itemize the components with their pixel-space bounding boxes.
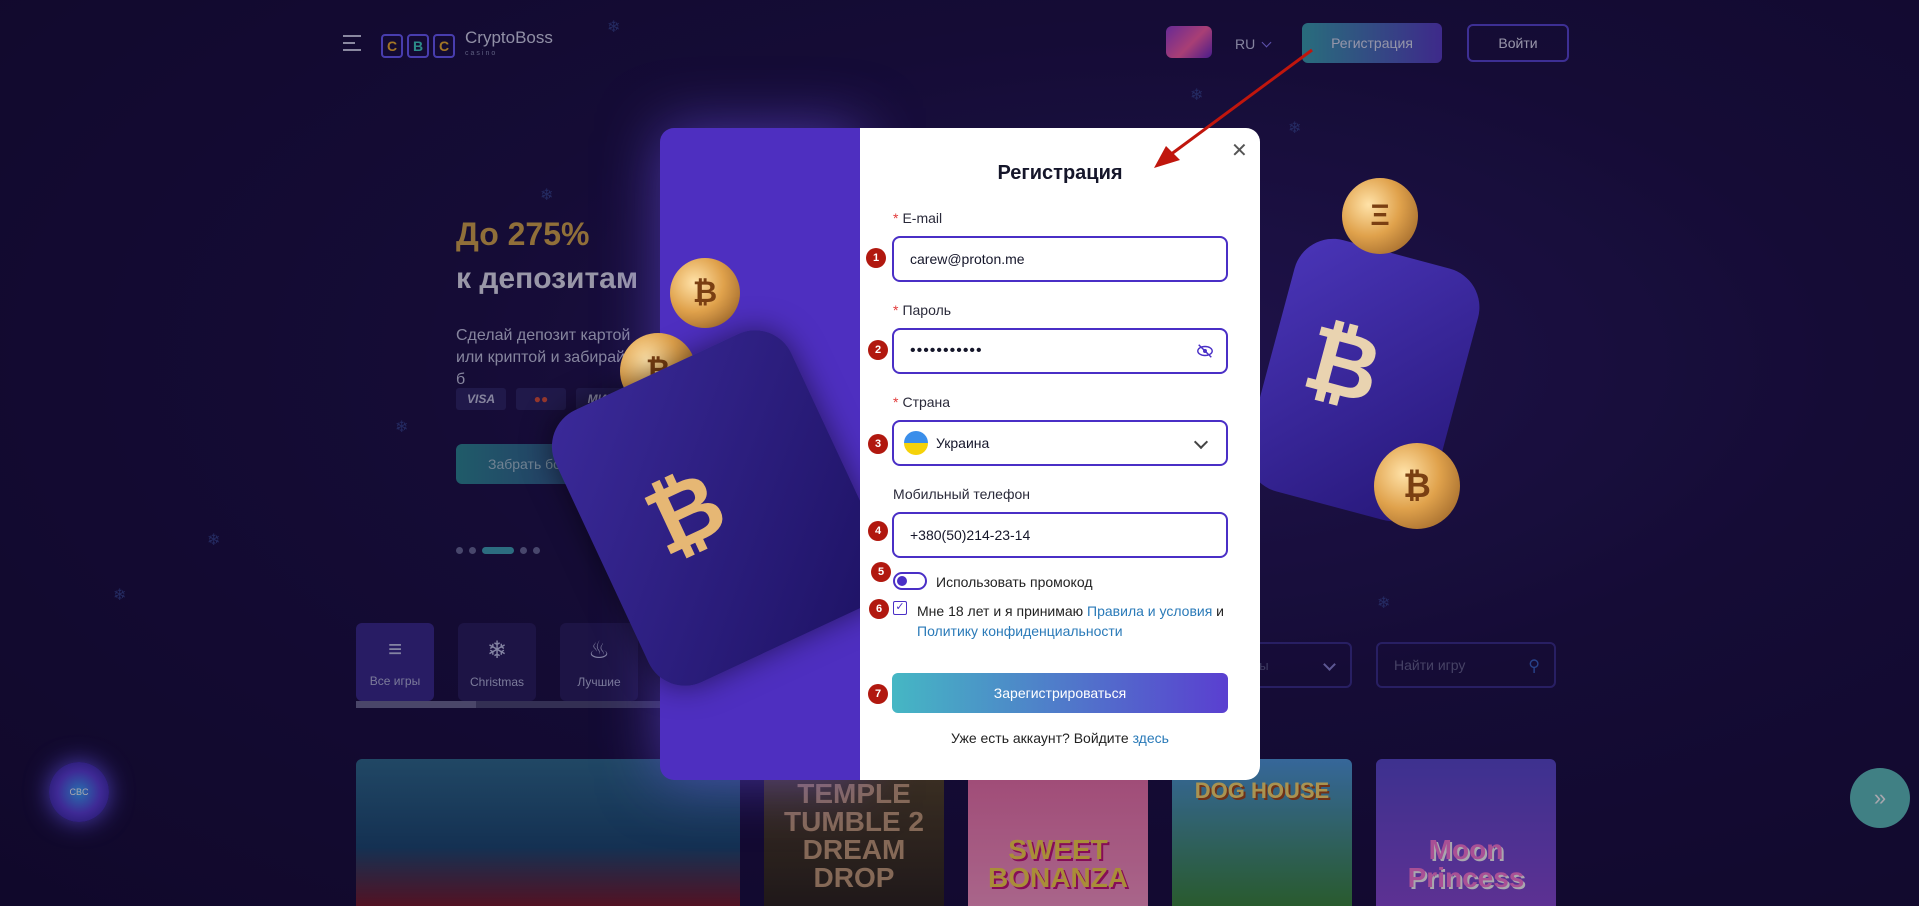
eye-hidden-icon[interactable] <box>1196 342 1214 360</box>
step-marker: 4 <box>868 521 888 541</box>
registration-modal: ✕ Регистрация * E-mail carew@proton.me * П… <box>860 128 1260 780</box>
phone-field[interactable]: +380(50)214-23-14 <box>892 512 1228 558</box>
submit-register-button[interactable]: Зарегистрироваться <box>892 673 1228 713</box>
password-label: * Пароль <box>893 302 952 318</box>
country-value: Украина <box>936 435 990 451</box>
email-label: * E-mail <box>893 210 943 226</box>
login-here-link[interactable]: здесь <box>1133 730 1169 746</box>
modal-illustration: ₿ ₿ ₿ <box>538 128 902 780</box>
phone-label: Мобильный телефон <box>893 486 1030 502</box>
terms-link[interactable]: Правила и условия <box>1087 603 1212 619</box>
ukraine-flag-icon <box>904 431 928 455</box>
step-marker: 7 <box>868 684 888 704</box>
terms-checkbox[interactable]: ✓ <box>893 601 907 615</box>
privacy-policy-link[interactable]: Политику конфиденциальности <box>917 623 1123 639</box>
terms-text: Мне 18 лет и я принимаю Правила и услови… <box>917 603 1225 639</box>
step-marker: 1 <box>866 248 886 268</box>
bitcoin-coin-icon: ₿ <box>1374 443 1460 529</box>
ethereum-coin-icon: Ξ <box>1342 178 1418 254</box>
step-marker: 5 <box>871 562 891 582</box>
country-label: * Страна <box>893 394 951 410</box>
step-marker: 6 <box>869 599 889 619</box>
chevron-down-icon <box>1193 434 1209 450</box>
step-marker: 2 <box>868 340 888 360</box>
step-marker: 3 <box>868 434 888 454</box>
modal-title: Регистрация <box>997 162 1123 184</box>
promo-code-label: Использовать промокод <box>936 574 1093 590</box>
bitcoin-coin-icon: ₿ <box>670 258 740 328</box>
promo-code-toggle[interactable] <box>893 572 927 590</box>
close-icon[interactable]: ✕ <box>1231 138 1248 163</box>
password-value: ••••••••••• <box>910 342 983 359</box>
country-select[interactable]: Украина <box>892 420 1228 466</box>
password-field[interactable]: ••••••••••• <box>892 328 1228 374</box>
login-prompt: Уже есть аккаунт? Войдите здесь <box>951 730 1169 746</box>
email-field[interactable]: carew@proton.me <box>892 236 1228 282</box>
